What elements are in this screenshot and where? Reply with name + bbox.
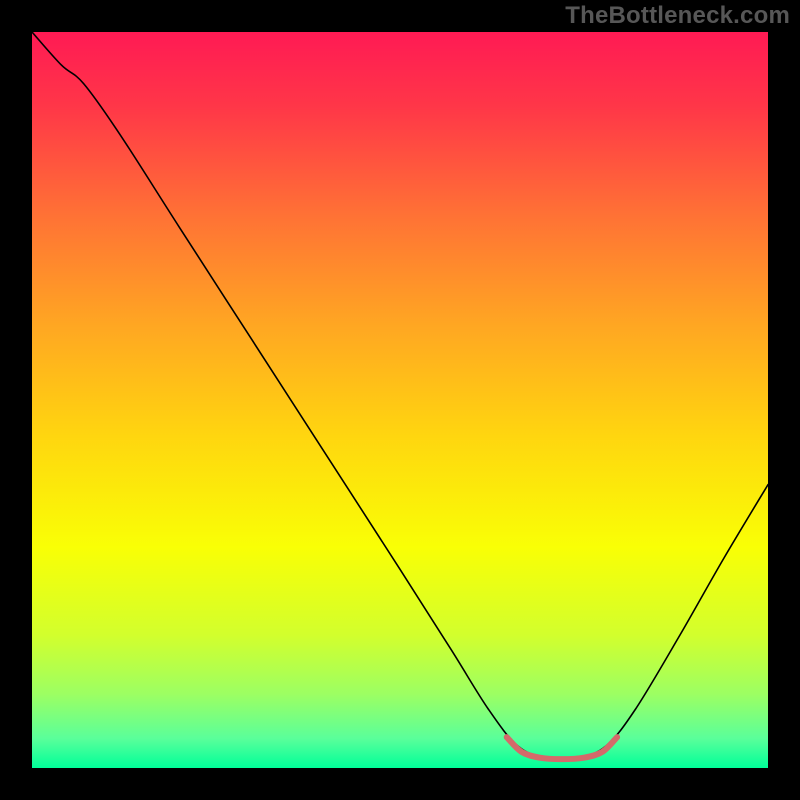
plot-background (32, 32, 768, 768)
watermark-text: TheBottleneck.com (565, 2, 790, 30)
chart-container: TheBottleneck.com (0, 0, 800, 800)
chart-svg (32, 32, 768, 768)
